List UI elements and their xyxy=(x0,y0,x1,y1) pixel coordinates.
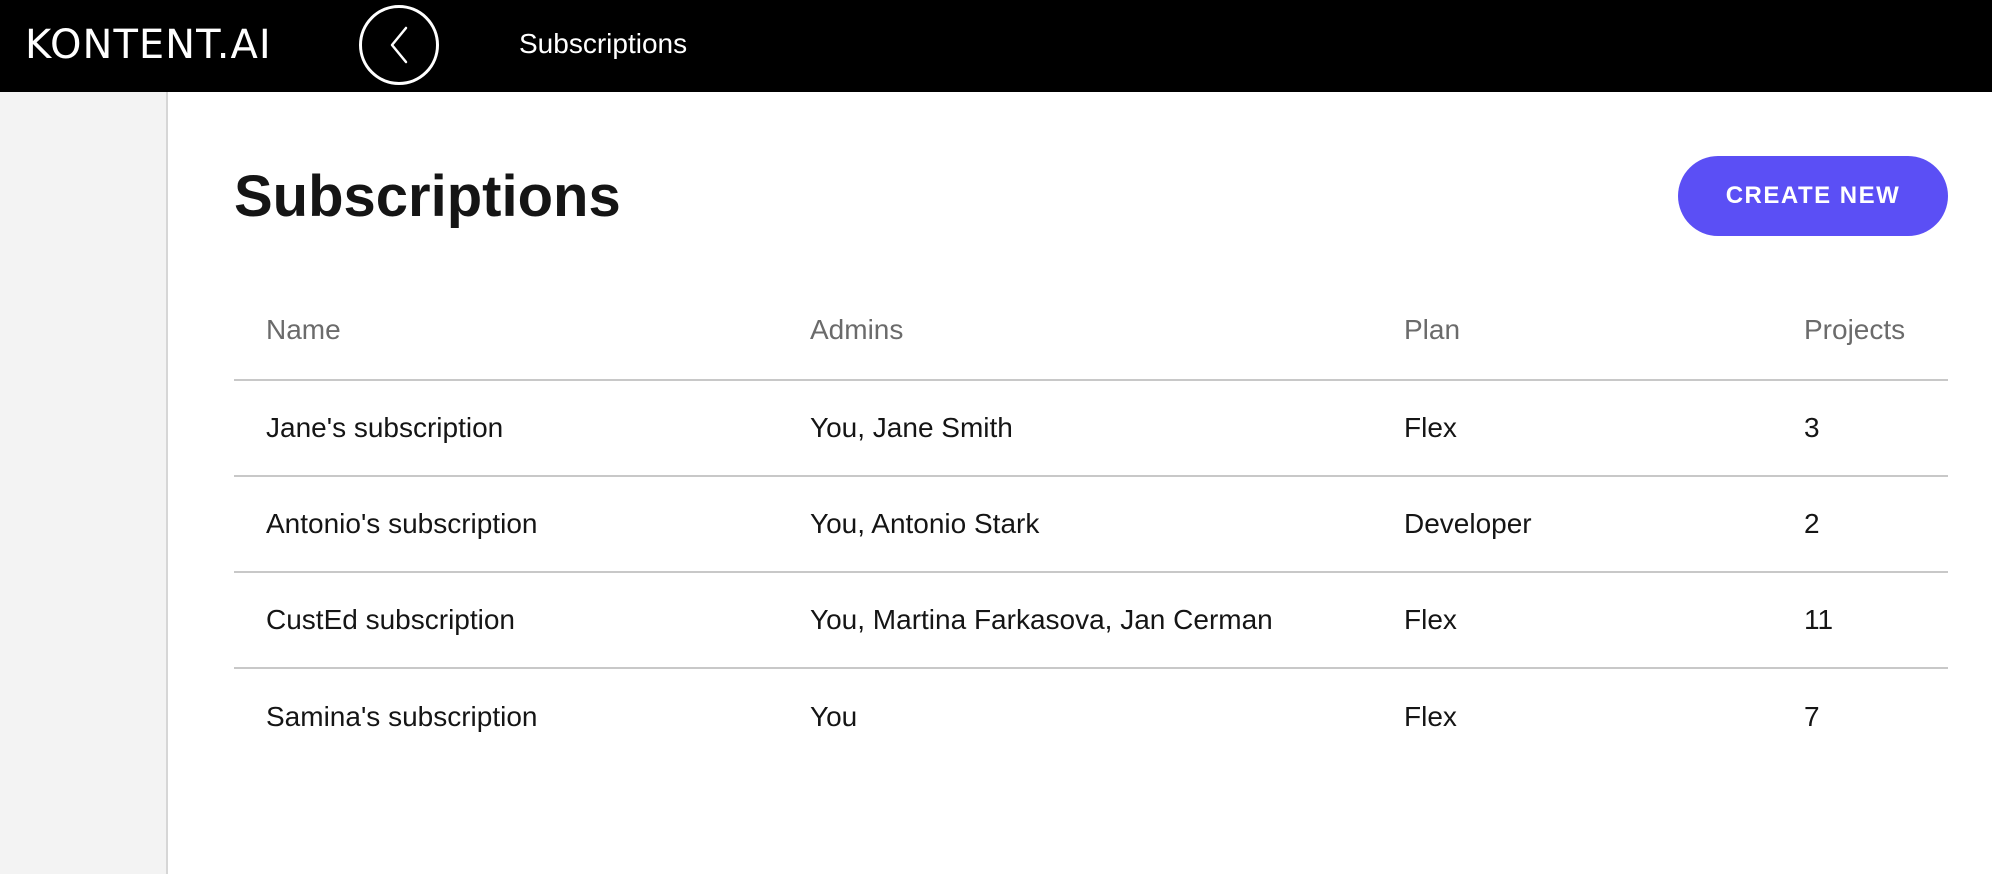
table-header-row: Name Admins Plan Projects xyxy=(234,280,1948,381)
subscription-projects: 7 xyxy=(1804,701,1820,732)
column-header-projects: Projects xyxy=(1804,313,1906,345)
main-content: Subscriptions CREATE NEW Name Admins Pla… xyxy=(170,92,1992,874)
column-header-plan: Plan xyxy=(1404,313,1461,345)
subscription-projects: 2 xyxy=(1804,508,1820,539)
column-header-admins: Admins xyxy=(810,313,904,345)
subscription-plan: Flex xyxy=(1404,412,1457,443)
kontent-ai-logo[interactable]: KONTENT.AI xyxy=(25,22,272,68)
subscription-admins: You xyxy=(810,701,858,732)
column-header-name: Name xyxy=(266,313,341,345)
table-row[interactable]: Jane's subscription You, Jane Smith Flex… xyxy=(234,381,1948,477)
subscription-name: CustEd subscription xyxy=(266,604,516,635)
subscription-name: Antonio's subscription xyxy=(266,508,538,539)
chevron-left-icon xyxy=(390,26,408,64)
subscription-name: Jane's subscription xyxy=(266,412,504,443)
subscription-admins: You, Antonio Stark xyxy=(810,508,1040,539)
topbar-title: Subscriptions xyxy=(519,28,688,59)
sidebar xyxy=(0,92,168,874)
subscriptions-table: Name Admins Plan Projects Jane's subscri… xyxy=(234,280,1948,765)
table-row[interactable]: CustEd subscription You, Martina Farkaso… xyxy=(234,573,1948,669)
subscription-plan: Flex xyxy=(1404,701,1457,732)
subscription-name: Samina's subscription xyxy=(266,701,538,732)
subscription-admins: You, Martina Farkasova, Jan Cerman xyxy=(810,604,1273,635)
subscription-projects: 11 xyxy=(1804,604,1834,635)
top-bar: KONTENT.AI Subscriptions xyxy=(0,0,1992,92)
subscription-admins: You, Jane Smith xyxy=(810,412,1013,443)
create-new-button[interactable]: CREATE NEW xyxy=(1678,156,1948,236)
subscription-plan: Flex xyxy=(1404,604,1457,635)
table-row[interactable]: Samina's subscription You Flex 7 xyxy=(234,669,1948,765)
subscription-projects: 3 xyxy=(1804,412,1820,443)
subscription-plan: Developer xyxy=(1404,508,1532,539)
back-button[interactable] xyxy=(359,5,439,85)
table-row[interactable]: Antonio's subscription You, Antonio Star… xyxy=(234,477,1948,573)
page-title: Subscriptions xyxy=(234,164,621,229)
